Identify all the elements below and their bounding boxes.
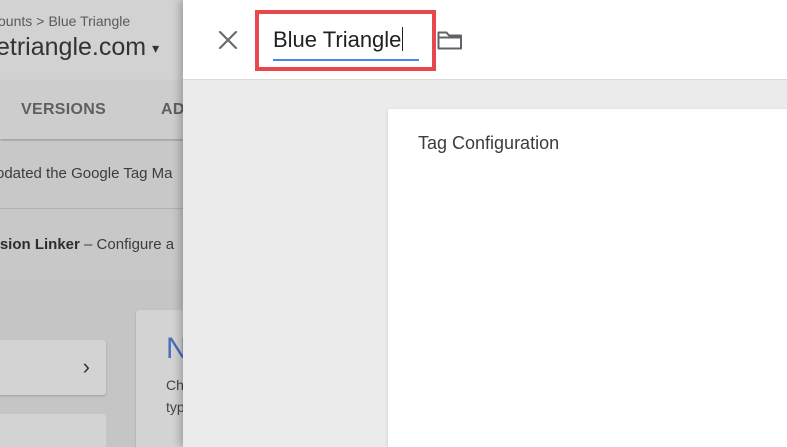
- linker-dash: –: [84, 236, 93, 253]
- tag-name-field[interactable]: Blue Triangle: [273, 23, 419, 61]
- update-notice-text: odated the Google Tag Ma: [0, 165, 173, 182]
- new-tag-card-line: typ: [166, 399, 185, 415]
- folder-icon: [437, 31, 462, 50]
- new-tag-card-line: Ch: [166, 377, 184, 393]
- linker-title: rsion Linker: [0, 236, 80, 253]
- container-name: etriangle.com: [0, 33, 147, 61]
- update-notice: odated the Google Tag Ma: [0, 141, 200, 209]
- linker-text: rsion Linker – Configure a: [0, 236, 174, 253]
- tag-name-underline: [273, 59, 419, 61]
- chevron-right-icon: ›: [82, 354, 90, 379]
- close-button[interactable]: [214, 26, 242, 54]
- breadcrumb-current: Blue Triangle: [48, 13, 131, 29]
- workspace-tabs: VERSIONS AD: [0, 80, 200, 139]
- tab-admin[interactable]: AD: [161, 101, 185, 119]
- tag-editor-header: Blue Triangle: [183, 0, 787, 80]
- container-selector[interactable]: etriangle.com ▾: [0, 33, 159, 62]
- tag-name-input[interactable]: Blue Triangle: [273, 27, 404, 53]
- breadcrumb-parent[interactable]: ounts: [0, 13, 32, 29]
- tag-name-value: Blue Triangle: [273, 27, 402, 52]
- workspace-card[interactable]: ›: [0, 340, 106, 395]
- linker-description: Configure a: [96, 236, 175, 253]
- tag-editor-panel: Blue Triangle Tag Configuration: [183, 0, 787, 447]
- workspace-card-secondary[interactable]: [0, 414, 106, 447]
- tab-versions[interactable]: VERSIONS: [21, 101, 106, 119]
- linker-row[interactable]: rsion Linker – Configure a: [0, 210, 200, 280]
- workspace-header: ounts > Blue Triangle etriangle.com ▾: [0, 0, 200, 80]
- new-tag-card-text: Ch typ: [166, 374, 185, 418]
- text-cursor: [402, 27, 404, 51]
- dropdown-caret-icon: ▾: [152, 39, 160, 56]
- breadcrumb-separator: >: [36, 13, 45, 29]
- folder-button[interactable]: [436, 28, 464, 52]
- tag-configuration-title: Tag Configuration: [418, 133, 560, 153]
- close-icon: [218, 30, 238, 50]
- tag-configuration-card[interactable]: Tag Configuration: [388, 109, 787, 447]
- breadcrumb: ounts > Blue Triangle: [0, 13, 130, 29]
